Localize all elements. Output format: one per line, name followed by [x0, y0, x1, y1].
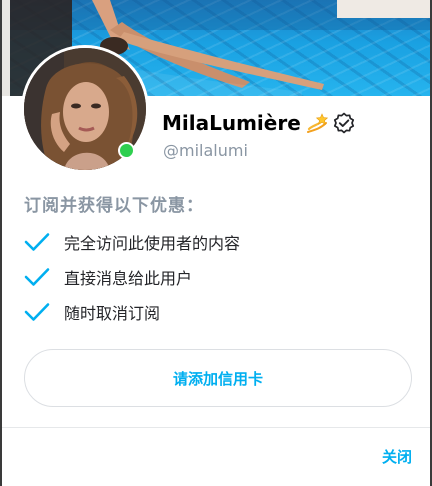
- benefit-text: 完全访问此使用者的内容: [64, 234, 241, 253]
- close-button[interactable]: 关闭: [362, 446, 412, 470]
- benefit-item: 完全访问此使用者的内容: [24, 229, 240, 255]
- checkmark-icon: [24, 231, 50, 253]
- dizzy-star-icon: [305, 111, 329, 135]
- benefit-text: 直接消息给此用户: [64, 269, 193, 288]
- profile-name[interactable]: MilaLumière: [162, 111, 301, 135]
- online-status-dot: [118, 142, 135, 159]
- verified-badge-icon: [333, 112, 355, 134]
- checkmark-icon: [24, 266, 50, 288]
- footer-divider: [2, 427, 430, 428]
- profile-handle[interactable]: @milalumi: [163, 141, 248, 160]
- profile-name-row: MilaLumière: [162, 108, 355, 138]
- benefit-text: 随时取消订阅: [64, 304, 161, 323]
- checkmark-icon: [24, 301, 50, 323]
- benefit-item: 直接消息给此用户: [24, 264, 192, 290]
- benefit-item: 随时取消订阅: [24, 299, 160, 325]
- benefits-title: 订阅并获得以下优惠：: [24, 196, 204, 216]
- add-credit-card-button[interactable]: 请添加信用卡: [24, 349, 412, 407]
- subscribe-modal: MilaLumière @milalumi 订阅并获得以下优惠： 完全访问此使用…: [2, 0, 430, 486]
